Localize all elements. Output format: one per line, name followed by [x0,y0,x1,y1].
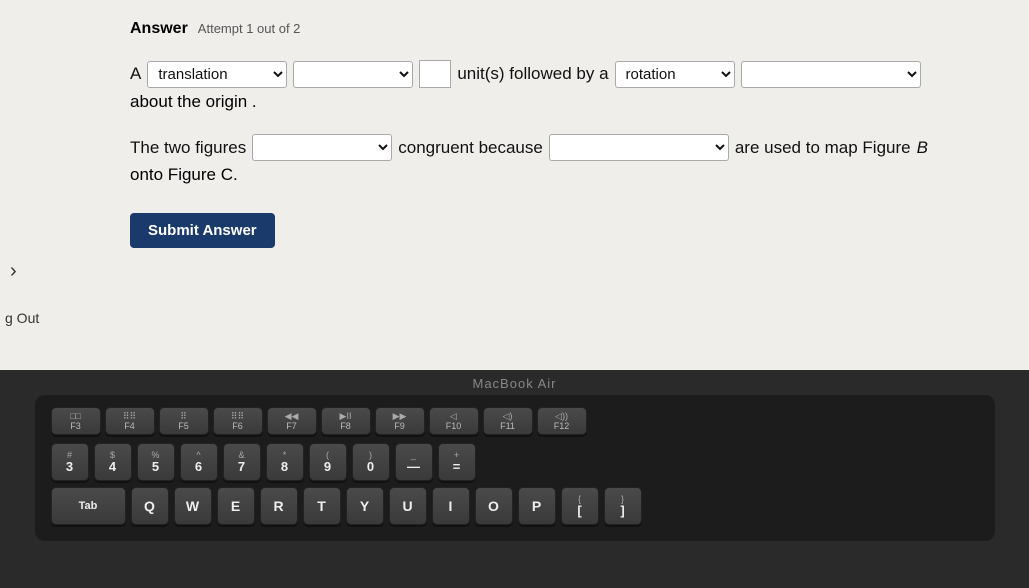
keyboard-area: MacBook Air □□ F3 ⠿⠿ F4 ⠿ F5 ⠿⠿ F6 ◀◀ F7 [0,370,1029,588]
key-8[interactable]: * 8 [266,443,304,481]
key-f8[interactable]: ▶II F8 [321,407,371,435]
row1-line2: about the origin . [130,92,969,112]
key-lbrace[interactable]: { [ [561,487,599,525]
translation-dropdown[interactable]: translation [147,61,287,88]
key-i[interactable]: I [432,487,470,525]
key-tab[interactable]: Tab [51,487,126,525]
key-w[interactable]: W [174,487,212,525]
key-f5[interactable]: ⠿ F5 [159,407,209,435]
about-origin-text: about the origin . [130,92,257,111]
key-rbrace[interactable]: } ] [604,487,642,525]
row2-container: The two figures congruent because are us… [130,134,969,161]
congruent-type-dropdown[interactable] [252,134,392,161]
reason-dropdown[interactable] [549,134,729,161]
macbook-label: MacBook Air [473,370,557,395]
answer-label: Answer [130,20,188,38]
direction-dropdown[interactable] [293,61,413,88]
key-o[interactable]: O [475,487,513,525]
key-u[interactable]: U [389,487,427,525]
key-t[interactable]: T [303,487,341,525]
row2-line2: onto Figure C. [130,165,969,185]
logout-link[interactable]: g Out [5,310,39,326]
row1-prefix: A [130,64,141,84]
key-3[interactable]: # 3 [51,443,89,481]
onto-figure-c-text: onto Figure C. [130,165,238,184]
key-f10[interactable]: ◁ F10 [429,407,479,435]
unit-input-box[interactable] [419,60,451,88]
key-f12[interactable]: ◁)) F12 [537,407,587,435]
keyboard-body: □□ F3 ⠿⠿ F4 ⠿ F5 ⠿⠿ F6 ◀◀ F7 ▶II F8 [35,395,995,541]
key-q[interactable]: Q [131,487,169,525]
key-f11[interactable]: ◁) F11 [483,407,533,435]
key-f3[interactable]: □□ F3 [51,407,101,435]
rotation-value-dropdown[interactable] [741,61,921,88]
key-r[interactable]: R [260,487,298,525]
key-6[interactable]: ^ 6 [180,443,218,481]
rotation-dropdown[interactable]: rotation [615,61,735,88]
two-figures-text: The two figures [130,138,246,158]
key-equals[interactable]: + = [438,443,476,481]
key-4[interactable]: $ 4 [94,443,132,481]
key-minus[interactable]: _ — [395,443,433,481]
key-f6[interactable]: ⠿⠿ F6 [213,407,263,435]
key-9[interactable]: ( 9 [309,443,347,481]
key-f4[interactable]: ⠿⠿ F4 [105,407,155,435]
key-7[interactable]: & 7 [223,443,261,481]
key-e[interactable]: E [217,487,255,525]
attempt-text: Attempt 1 out of 2 [198,21,301,36]
key-f7[interactable]: ◀◀ F7 [267,407,317,435]
answer-header: Answer Attempt 1 out of 2 [130,20,969,38]
key-y[interactable]: Y [346,487,384,525]
key-p[interactable]: P [518,487,556,525]
figure-b-text: B [917,138,928,158]
submit-answer-button[interactable]: Submit Answer [130,213,275,248]
number-key-row: # 3 $ 4 % 5 ^ 6 & 7 * 8 [51,443,979,481]
key-0[interactable]: ) 0 [352,443,390,481]
row1-container: A translation unit(s) followed by a rota… [130,60,969,88]
fn-key-row: □□ F3 ⠿⠿ F4 ⠿ F5 ⠿⠿ F6 ◀◀ F7 ▶II F8 [51,407,979,435]
letter-row: Tab Q W E R T Y U I O P { [ } ] [51,487,979,525]
key-f9[interactable]: ▶▶ F9 [375,407,425,435]
sidebar-chevron-icon[interactable]: › [10,260,17,283]
key-5[interactable]: % 5 [137,443,175,481]
units-followed-text: unit(s) followed by a [457,64,608,84]
congruent-because-text: congruent because [398,138,543,158]
are-used-text: are used to map Figure [735,138,911,158]
